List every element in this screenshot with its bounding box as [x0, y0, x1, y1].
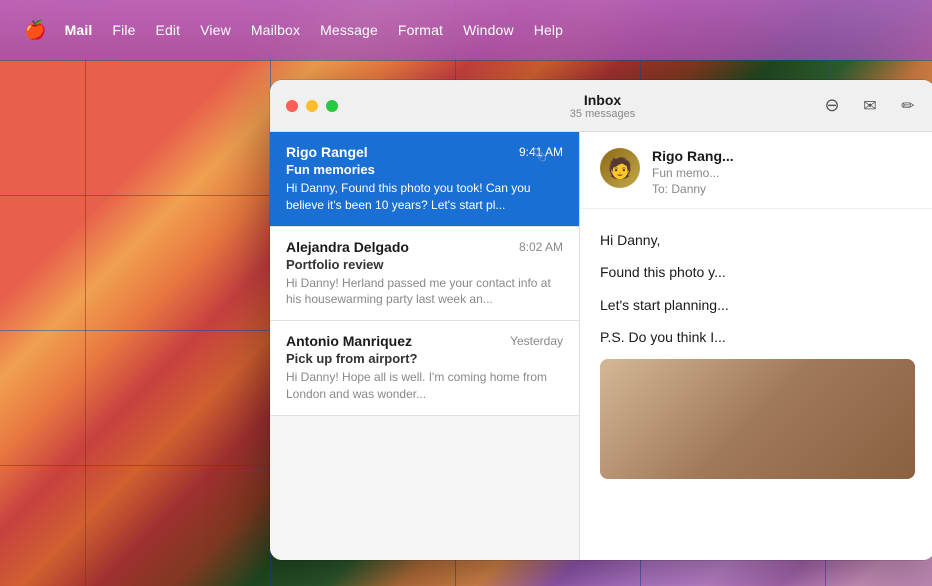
menu-message[interactable]: Message: [310, 18, 388, 42]
body-line-3: Let's start planning...: [600, 294, 915, 316]
compose-icon[interactable]: ✉: [859, 95, 881, 117]
window-subtitle: 35 messages: [570, 108, 635, 120]
menu-mailbox[interactable]: Mailbox: [241, 18, 310, 42]
message-item-3[interactable]: Antonio Manriquez Yesterday Pick up from…: [270, 321, 579, 416]
body-line-1: Hi Danny,: [600, 229, 915, 251]
new-compose-icon[interactable]: ✏: [897, 95, 919, 117]
menu-edit[interactable]: Edit: [146, 18, 191, 42]
menu-view[interactable]: View: [190, 18, 241, 42]
menu-mail[interactable]: Mail: [55, 18, 103, 42]
close-button[interactable]: [286, 100, 298, 112]
message-header-1: Rigo Rangel 9:41 AM: [286, 144, 563, 160]
detail-to: To: Danny: [652, 182, 734, 196]
message-time-3: Yesterday: [510, 334, 563, 348]
detail-sender: Rigo Rang...: [652, 148, 734, 164]
menu-bar: 🍎 Mail File Edit View Mailbox Message Fo…: [0, 0, 932, 60]
maximize-button[interactable]: [326, 100, 338, 112]
detail-info: Rigo Rang... Fun memo... To: Danny: [652, 148, 734, 196]
message-item-2[interactable]: Alejandra Delgado 8:02 AM Portfolio revi…: [270, 227, 579, 322]
menu-help[interactable]: Help: [524, 18, 573, 42]
window-title-text: Inbox: [570, 92, 635, 108]
detail-header: 🧑 Rigo Rang... Fun memo... To: Danny: [580, 132, 932, 209]
detail-pane: 🧑 Rigo Rang... Fun memo... To: Danny Hi …: [580, 132, 932, 560]
message-header-3: Antonio Manriquez Yesterday: [286, 333, 563, 349]
window-controls: [286, 100, 338, 112]
window-content: Rigo Rangel 9:41 AM Fun memories Hi Dann…: [270, 132, 932, 560]
detail-to-value: Danny: [671, 182, 706, 196]
apple-menu[interactable]: 🍎: [16, 16, 55, 45]
sender-name-3: Antonio Manriquez: [286, 333, 412, 349]
mail-window: Inbox 35 messages ⊖ ✉ ✏ Rigo Rangel 9:41…: [270, 80, 932, 560]
detail-body: Hi Danny, Found this photo y... Let's st…: [580, 209, 932, 560]
window-titlebar: Inbox 35 messages ⊖ ✉ ✏: [270, 80, 932, 132]
subject-3: Pick up from airport?: [286, 351, 563, 366]
filter-icon[interactable]: ⊖: [821, 95, 843, 117]
detail-to-label: To:: [652, 182, 668, 196]
subject-2: Portfolio review: [286, 257, 563, 272]
message-time-2: 8:02 AM: [519, 240, 563, 254]
window-toolbar-icons: ⊖ ✉ ✏: [821, 95, 919, 117]
subject-1: Fun memories: [286, 162, 563, 177]
attachment-icon-1: 📎: [532, 148, 547, 162]
preview-1: Hi Danny, Found this photo you took! Can…: [286, 180, 563, 214]
detail-subject: Fun memo...: [652, 166, 734, 180]
window-title-area: Inbox 35 messages: [570, 92, 635, 120]
sender-name-1: Rigo Rangel: [286, 144, 368, 160]
menu-window[interactable]: Window: [453, 18, 524, 42]
body-line-2: Found this photo y...: [600, 261, 915, 283]
message-header-2: Alejandra Delgado 8:02 AM: [286, 239, 563, 255]
preview-3: Hi Danny! Hope all is well. I'm coming h…: [286, 369, 563, 403]
sender-name-2: Alejandra Delgado: [286, 239, 409, 255]
detail-image: [600, 359, 915, 479]
menu-format[interactable]: Format: [388, 18, 453, 42]
preview-2: Hi Danny! Herland passed me your contact…: [286, 275, 563, 309]
minimize-button[interactable]: [306, 100, 318, 112]
message-list: Rigo Rangel 9:41 AM Fun memories Hi Dann…: [270, 132, 580, 560]
message-item-1[interactable]: Rigo Rangel 9:41 AM Fun memories Hi Dann…: [270, 132, 579, 227]
avatar: 🧑: [600, 148, 640, 188]
menu-file[interactable]: File: [102, 18, 145, 42]
body-line-4: P.S. Do you think I...: [600, 326, 915, 348]
